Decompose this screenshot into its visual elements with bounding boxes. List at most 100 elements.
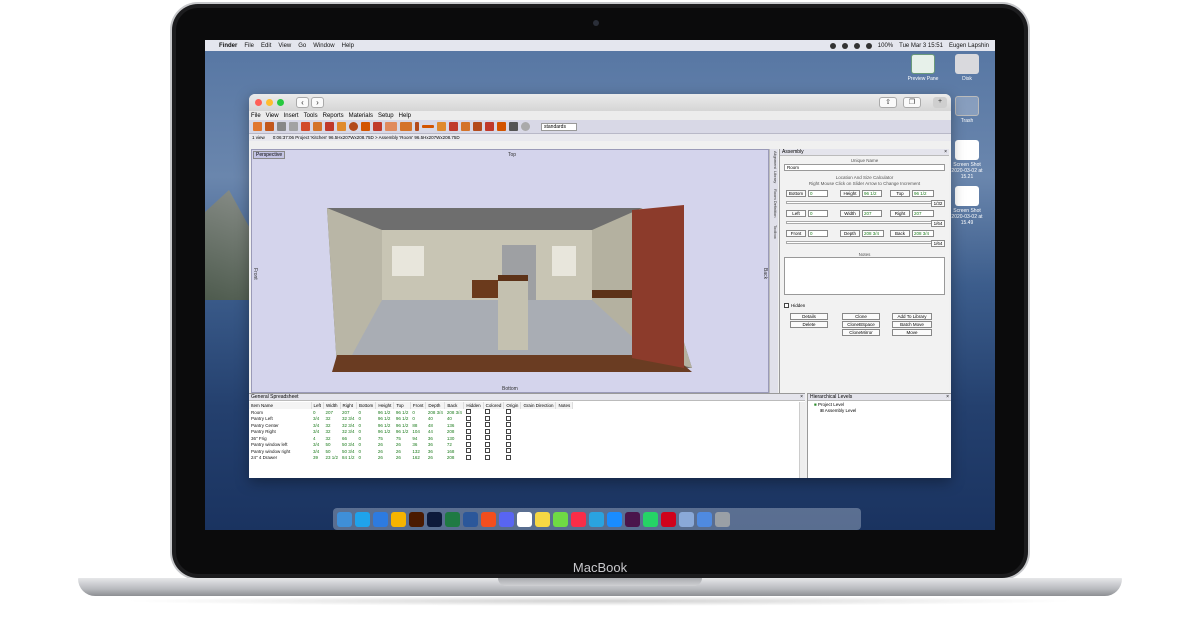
checkbox-cell[interactable] [504, 454, 521, 462]
tool-icon[interactable] [509, 122, 518, 131]
dock-app-icon[interactable] [571, 511, 586, 527]
row-checkbox[interactable] [465, 435, 471, 441]
wifi-icon[interactable] [865, 42, 872, 49]
tool-icon[interactable] [497, 122, 506, 131]
table-cell[interactable]: 96 1/2 [394, 409, 411, 416]
table-cell[interactable]: 162 [410, 455, 426, 462]
table-cell[interactable]: 24" 4 Drawer [249, 455, 311, 462]
table-cell[interactable]: 26 [376, 455, 394, 462]
3d-viewport[interactable]: Perspective Top Bottom Front Back [251, 149, 769, 393]
hidden-checkbox[interactable] [784, 303, 789, 308]
tool-icon[interactable] [485, 122, 494, 131]
dock-app-icon[interactable] [661, 511, 676, 527]
table-cell[interactable]: 208 [445, 455, 464, 462]
table-cell[interactable]: 208 3/4 [445, 409, 464, 416]
menu-window[interactable]: Window [313, 43, 334, 49]
menu-file[interactable]: File [251, 113, 261, 119]
close-icon[interactable]: × [946, 394, 949, 400]
tool-icon[interactable] [361, 122, 370, 131]
tab-library[interactable]: Library [771, 171, 778, 183]
dock-app-icon[interactable] [355, 511, 370, 527]
row-checkbox[interactable] [465, 415, 471, 421]
close-icon[interactable]: × [800, 394, 803, 400]
dock-app-icon[interactable] [391, 511, 406, 527]
user-name[interactable]: Eugen Lapshin [949, 43, 989, 49]
top-field[interactable]: 96 1/2 [912, 190, 934, 197]
table-cell[interactable]: 50 3/4 [340, 448, 357, 455]
height-field[interactable]: 96 1/2 [862, 190, 882, 197]
style-select[interactable]: standards [541, 122, 577, 131]
increment-button[interactable]: 1/32 [931, 200, 945, 207]
tool-icon[interactable] [301, 122, 310, 131]
tool-icon[interactable] [373, 122, 382, 131]
dock-app-icon[interactable] [607, 511, 622, 527]
column-header[interactable]: Front [410, 402, 427, 409]
tree-item-assembly[interactable]: ⊞ Assembly Level [808, 408, 951, 414]
menu-go[interactable]: Go [298, 43, 306, 49]
column-header[interactable]: Notes [555, 402, 574, 409]
menu-materials[interactable]: Materials [349, 113, 373, 119]
row-checkbox[interactable] [465, 428, 471, 434]
depth-slider[interactable] [786, 241, 933, 244]
row-checkbox[interactable] [485, 454, 491, 460]
row-checkbox[interactable] [505, 422, 511, 428]
menu-reports[interactable]: Reports [323, 113, 344, 119]
tool-icon[interactable] [313, 122, 322, 131]
tab-room-definition[interactable]: Room Definition [771, 189, 778, 217]
table-cell[interactable]: 26 [394, 455, 411, 462]
move-button[interactable]: Move [892, 329, 932, 336]
table-cell[interactable]: 32 3/4 [340, 429, 357, 436]
back-button[interactable]: ‹ [296, 97, 309, 108]
row-checkbox[interactable] [505, 409, 511, 415]
row-checkbox[interactable] [465, 454, 471, 460]
tool-icon[interactable] [400, 122, 412, 131]
close-icon[interactable]: × [944, 149, 947, 155]
table-cell[interactable]: 96 1/2 [394, 422, 411, 429]
column-header[interactable]: Top [393, 402, 411, 409]
column-header[interactable]: Origin [503, 402, 522, 409]
back-field[interactable]: 208 3/4 [912, 230, 934, 237]
status-icon[interactable] [853, 42, 860, 49]
vertical-scrollbar[interactable] [799, 402, 805, 478]
row-checkbox[interactable] [505, 448, 511, 454]
forward-button[interactable]: › [311, 97, 324, 108]
redo-icon[interactable] [277, 122, 286, 131]
menu-help[interactable]: Help [342, 43, 354, 49]
table-cell[interactable]: 96 1/2 [394, 416, 411, 423]
table-cell[interactable]: 39 [311, 455, 324, 462]
row-checkbox[interactable] [485, 428, 491, 434]
add-tab-button[interactable]: + [933, 97, 947, 108]
tool-icon[interactable] [449, 122, 458, 131]
menu-edit[interactable]: Edit [261, 43, 271, 49]
dock-app-icon[interactable] [679, 511, 694, 527]
column-header[interactable]: Hidden [463, 402, 484, 409]
row-checkbox[interactable] [485, 448, 491, 454]
bottom-field[interactable]: 0 [808, 190, 828, 197]
table-row[interactable]: 24" 4 Drawer 39 23 1/2 84 1/2 0 26 26 162 26 208 [249, 454, 573, 462]
table-cell[interactable]: 32 3/4 [340, 422, 357, 429]
desktop-icon[interactable]: Disk [947, 54, 987, 82]
row-checkbox[interactable] [485, 415, 491, 421]
table-cell[interactable]: 26 [426, 455, 445, 462]
dock-app-icon[interactable] [643, 511, 658, 527]
new-icon[interactable] [253, 122, 262, 131]
undo-icon[interactable] [265, 122, 274, 131]
dock-app-icon[interactable] [589, 511, 604, 527]
battery-level[interactable]: 100% [878, 43, 893, 49]
status-icon[interactable] [841, 42, 848, 49]
share-icon[interactable]: ⇧ [879, 97, 897, 108]
table-cell[interactable]: 50 3/4 [340, 442, 357, 449]
row-checkbox[interactable] [485, 409, 491, 415]
menu-view[interactable]: View [266, 113, 279, 119]
dock-app-icon[interactable] [463, 511, 478, 527]
dock-app-icon[interactable] [481, 511, 496, 527]
dock-app-icon[interactable] [409, 511, 424, 527]
menu-view[interactable]: View [278, 43, 291, 49]
column-header[interactable]: Colored [483, 402, 505, 409]
notes-textarea[interactable] [784, 257, 945, 295]
table-cell[interactable]: 32 3/4 [340, 416, 357, 423]
row-checkbox[interactable] [505, 428, 511, 434]
column-header[interactable]: Bottom [356, 402, 377, 409]
menu-file[interactable]: File [244, 43, 254, 49]
close-icon[interactable] [255, 99, 262, 106]
